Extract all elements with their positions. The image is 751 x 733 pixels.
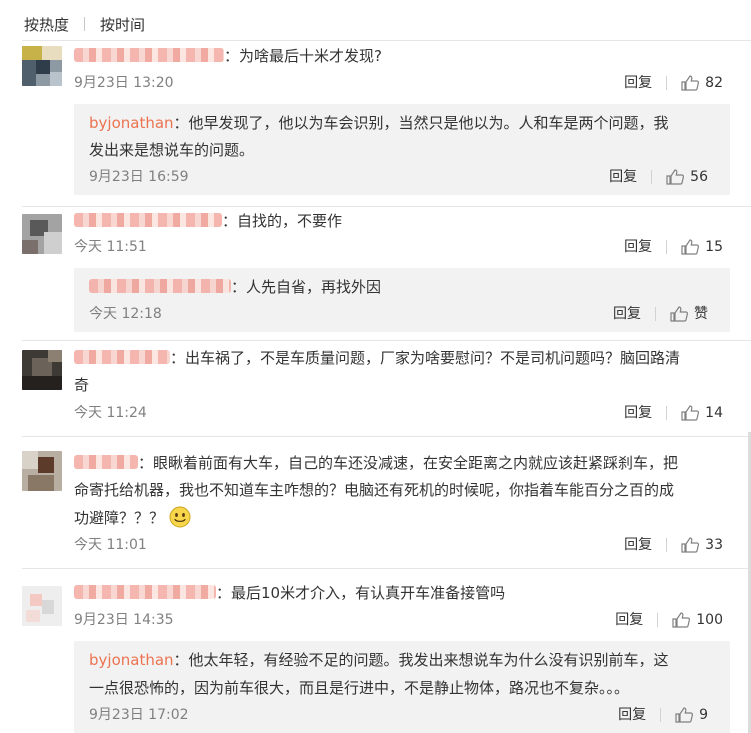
like-button[interactable]: 56 [666, 167, 708, 187]
username-blurred[interactable] [74, 350, 170, 364]
reply-text: byjonathan：他太年轻，有经验不足的问题。我发出来想说车为什么没有识别前… [89, 651, 669, 669]
comment-divider [22, 436, 751, 437]
like-label: 赞 [694, 306, 708, 322]
reply-text-line2: 一点很恐怖的，因为前车很大，而且是行进中，不是静止物体，路况也不复杂。。。 [89, 679, 630, 697]
username-blurred[interactable] [74, 585, 216, 599]
reply-button[interactable]: 回复 [624, 237, 652, 257]
reply-text: ：人先自省，再找外因 [89, 274, 381, 301]
like-count: 33 [705, 537, 723, 553]
comment-text: ：眼瞅着前面有大车，自己的车还没减速，在安全距离之内就应该赶紧踩刹车，把 [74, 450, 678, 477]
action-divider [657, 613, 659, 627]
comment-time: 9月23日 14:35 [74, 612, 174, 628]
reply-button[interactable]: 回复 [615, 610, 643, 630]
thumbs-up-icon [681, 405, 700, 421]
like-button[interactable]: 33 [681, 535, 723, 555]
comment-text: ：为啥最后十米才发现? [74, 43, 382, 70]
reply-button[interactable]: 回复 [613, 304, 641, 324]
like-button[interactable]: 9 [675, 705, 708, 725]
action-divider [666, 406, 668, 420]
action-divider [666, 240, 668, 254]
avatar[interactable] [22, 451, 62, 491]
thumbs-up-icon [670, 306, 688, 322]
reply-text-line2: 发出来是想说车的问题。 [89, 141, 255, 159]
avatar[interactable] [22, 46, 62, 86]
comment-body: 眼瞅着前面有大车，自己的车还没减速，在安全距离之内就应该赶紧踩刹车，把 [153, 454, 679, 472]
comment-body: 最后10米才介入，有认真开车准备接管吗 [231, 584, 506, 602]
reply-time: 9月23日 17:02 [89, 707, 189, 723]
comment-divider [22, 40, 751, 41]
sort-by-time-tab[interactable]: 按时间 [100, 14, 145, 35]
comment-time: 今天 11:51 [74, 239, 147, 255]
action-divider [660, 708, 662, 722]
comment-time: 今天 11:24 [74, 405, 147, 421]
comment-actions: 回复 15 [624, 237, 723, 257]
comment-actions: 回复 82 [624, 73, 723, 93]
like-count: 15 [705, 239, 723, 255]
like-count: 14 [705, 405, 723, 421]
like-count: 9 [699, 707, 708, 723]
like-button[interactable]: 15 [681, 237, 723, 257]
reply-button[interactable]: 回复 [624, 73, 652, 93]
reply-button[interactable]: 回复 [609, 167, 637, 187]
like-button[interactable]: 14 [681, 403, 723, 423]
comment-time: 今天 11:01 [74, 537, 147, 553]
smile-emoji-icon [169, 506, 191, 528]
action-divider [651, 170, 653, 184]
thumbs-up-icon [681, 75, 700, 91]
reply-button[interactable]: 回复 [618, 705, 646, 725]
reply-actions: 回复 9 [618, 705, 708, 725]
comment-text: ：最后10米才介入，有认真开车准备接管吗 [74, 580, 505, 607]
action-divider [666, 538, 668, 552]
action-divider [666, 76, 668, 90]
reply-username[interactable]: byjonathan [89, 651, 174, 669]
comment-text: ：出车祸了，不是车质量问题，厂家为啥要慰问？不是司机问题吗？脑回路清 [74, 345, 680, 372]
reply-text: byjonathan：他早发现了，他以为车会识别，当然只是他以为。人和车是两个问… [89, 114, 669, 132]
thumbs-up-icon [666, 169, 685, 185]
thumbs-up-icon [681, 537, 700, 553]
comment-body-line3: 功避障？？？ [74, 505, 191, 532]
reply-username[interactable]: byjonathan [89, 114, 174, 132]
username-blurred[interactable] [74, 213, 222, 227]
like-button[interactable]: 100 [672, 610, 723, 630]
reply-button[interactable]: 回复 [624, 403, 652, 423]
comment-divider [22, 340, 751, 341]
reply-time: 今天 12:18 [89, 306, 162, 322]
thumbs-up-icon [681, 239, 700, 255]
thumbs-up-icon [675, 707, 694, 723]
like-count: 82 [705, 75, 723, 91]
comment-text: ：自找的，不要作 [74, 208, 342, 235]
sort-divider [84, 17, 86, 31]
avatar[interactable] [22, 350, 62, 390]
comment-body: 为啥最后十米才发现? [239, 47, 382, 65]
like-button[interactable]: 赞 [670, 304, 708, 324]
username-blurred[interactable] [74, 48, 224, 62]
comment-actions: 回复 100 [615, 610, 723, 630]
comment-divider [22, 568, 751, 569]
like-count: 56 [690, 169, 708, 185]
comment-divider [22, 206, 751, 207]
reply-time: 9月23日 16:59 [89, 169, 189, 185]
avatar[interactable] [22, 586, 62, 626]
comment-actions: 回复 33 [624, 535, 723, 555]
avatar[interactable] [22, 214, 62, 254]
comment-actions: 回复 14 [624, 403, 723, 423]
reply-actions: 回复 56 [609, 167, 708, 187]
comment-body-line2: 命寄托给机器，我也不知道车主咋想的？电脑还有死机的时候呢，你指着车能百分之百的成 [74, 481, 675, 499]
reply-actions: 回复 赞 [613, 304, 708, 324]
comment-body: 自找的，不要作 [237, 212, 343, 230]
like-count: 100 [696, 612, 723, 628]
comment-body-line2: 奇 [74, 376, 90, 394]
sort-bar: 按热度 按时间 [24, 14, 145, 34]
username-blurred[interactable] [74, 455, 138, 469]
comment-body: 出车祸了，不是车质量问题，厂家为啥要慰问？不是司机问题吗？脑回路清 [185, 349, 681, 367]
reply-username-blurred[interactable] [89, 279, 231, 293]
action-divider [655, 307, 656, 321]
thumbs-up-icon [672, 612, 691, 628]
sort-by-hot-tab[interactable]: 按热度 [24, 14, 69, 35]
like-button[interactable]: 82 [681, 73, 723, 93]
comment-time: 9月23日 13:20 [74, 75, 174, 91]
reply-button[interactable]: 回复 [624, 535, 652, 555]
